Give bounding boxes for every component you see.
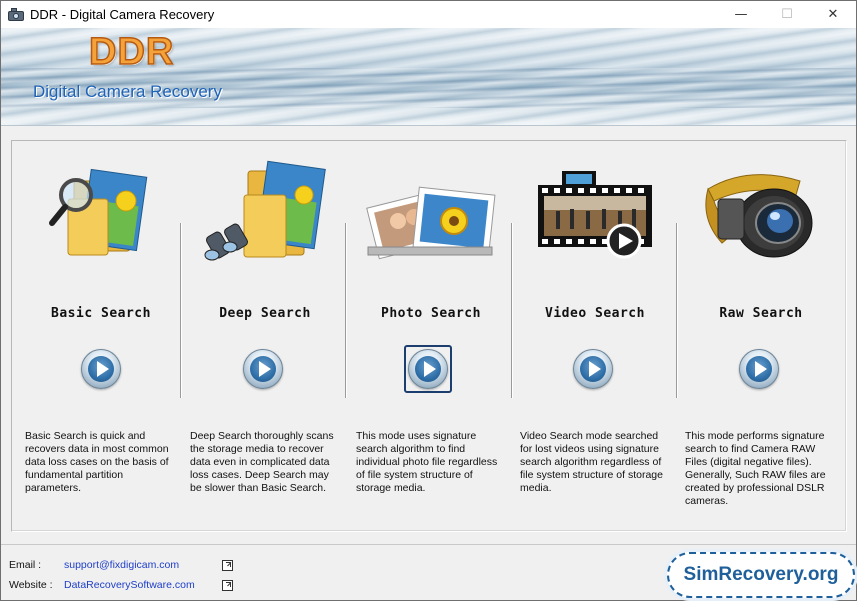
close-button[interactable]: ✕ — [810, 1, 856, 28]
camera-app-icon — [8, 7, 24, 22]
simrecovery-badge[interactable]: SimRecovery.org — [667, 552, 855, 598]
deep-search-start-button[interactable] — [243, 349, 283, 389]
basic-search-start-button[interactable] — [81, 349, 121, 389]
website-link[interactable]: DataRecoverySoftware.com — [64, 579, 195, 591]
mode-photo-search: Photo Search This mode uses signature se… — [348, 141, 514, 533]
video-search-start-button[interactable] — [573, 349, 613, 389]
mode-deep-search: Deep Search Deep Search thoroughly scans… — [182, 141, 348, 533]
email-label: Email : — [9, 559, 42, 571]
product-tagline: Digital Camera Recovery — [33, 82, 222, 101]
play-icon — [755, 361, 767, 377]
play-icon — [259, 361, 271, 377]
folder-binoculars-icon — [204, 160, 326, 261]
mode-video-search: Video Search Video Search mode searched … — [512, 141, 678, 533]
mode-title-raw-search: Raw Search — [719, 306, 803, 321]
window-title: DDR - Digital Camera Recovery — [30, 7, 215, 22]
mode-basic-search: Basic Search Basic Search is quick and r… — [18, 141, 184, 533]
footer-separator — [1, 544, 856, 545]
mode-description-raw-search: This mode performs signature search to f… — [685, 430, 826, 507]
website-label: Website : — [9, 579, 53, 591]
ddr-logo: DDR — [88, 30, 175, 74]
mode-title-photo-search: Photo Search — [381, 306, 481, 321]
mode-title-deep-search: Deep Search — [219, 306, 311, 321]
mode-description-photo-search: This mode uses signature search algorith… — [356, 430, 498, 494]
photos-stack-icon — [366, 186, 496, 260]
play-icon — [97, 361, 109, 377]
window-controls: — ☐ ✕ — [718, 1, 856, 28]
recovery-modes-panel: Basic Search Basic Search is quick and r… — [11, 140, 847, 532]
camera-lens-film-icon — [705, 174, 813, 258]
minimize-button[interactable]: — — [718, 1, 764, 28]
folder-magnifier-icon — [49, 168, 148, 256]
column-divider — [345, 223, 346, 398]
mode-raw-search: Raw Search This mode performs signature … — [678, 141, 844, 533]
email-link[interactable]: support@fixdigicam.com — [64, 559, 179, 571]
raw-search-start-button[interactable] — [739, 349, 779, 389]
title-bar: DDR - Digital Camera Recovery — ☐ ✕ — [1, 1, 856, 28]
play-icon — [589, 361, 601, 377]
play-icon — [424, 361, 436, 377]
mode-description-basic-search: Basic Search is quick and recovers data … — [25, 430, 169, 494]
mode-title-basic-search: Basic Search — [51, 306, 151, 321]
photo-search-start-button[interactable] — [408, 349, 448, 389]
mode-title-video-search: Video Search — [545, 306, 645, 321]
simrecovery-badge-label: SimRecovery.org — [683, 564, 839, 585]
column-divider — [676, 223, 677, 398]
app-window: DDR - Digital Camera Recovery — ☐ ✕ DDR … — [0, 0, 857, 601]
mode-description-deep-search: Deep Search thoroughly scans the storage… — [190, 430, 334, 494]
external-link-icon[interactable] — [222, 560, 233, 571]
film-strip-icon — [538, 171, 652, 259]
maximize-button[interactable]: ☐ — [764, 1, 810, 28]
mode-description-video-search: Video Search mode searched for lost vide… — [520, 430, 663, 494]
external-link-icon[interactable] — [222, 580, 233, 591]
column-divider — [180, 223, 181, 398]
